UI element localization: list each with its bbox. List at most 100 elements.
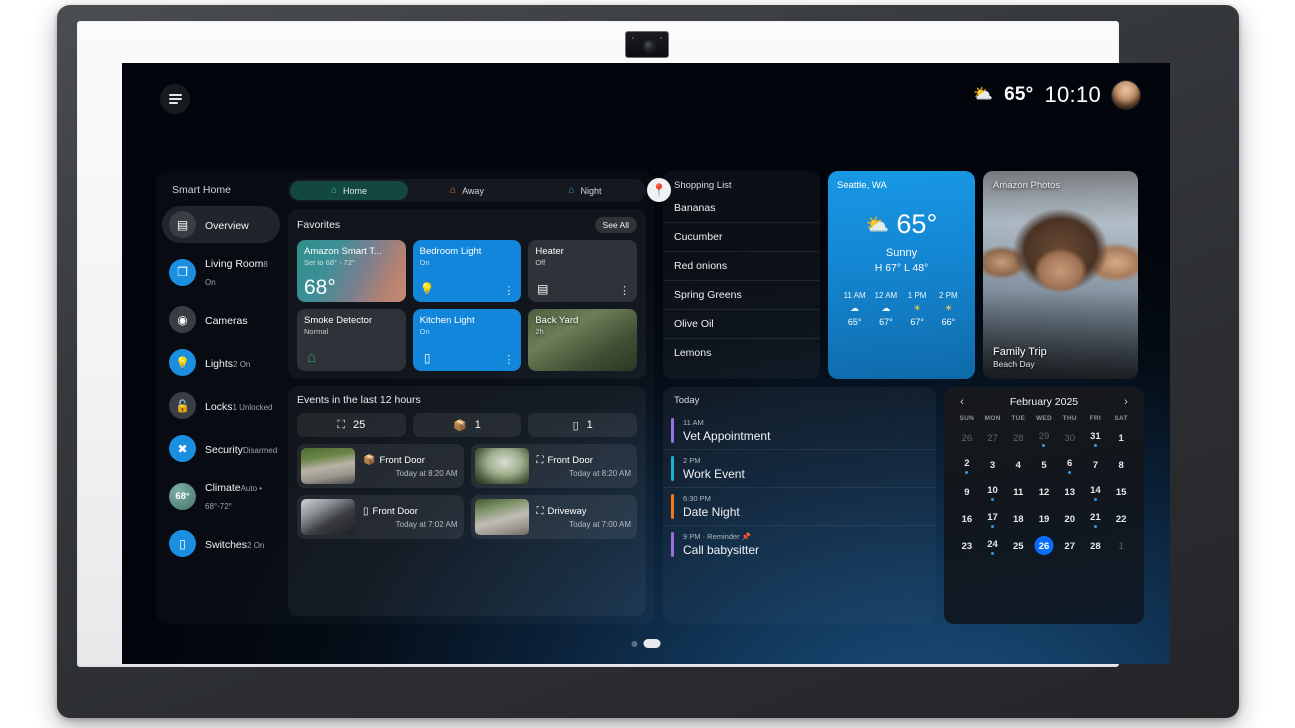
calendar-grid: 26 27 28 29 30 31 1 2 3 4 5 6 7 8 9 10 11 12 13 14 15 16 17 18 1… (954, 425, 1134, 560)
calendar-day[interactable]: 5 (1031, 452, 1057, 479)
calendar-day[interactable]: 30 (1057, 425, 1083, 452)
calendar-day[interactable]: 23 (954, 533, 980, 560)
calendar-day[interactable]: 27 (1057, 533, 1083, 560)
calendar-day[interactable]: 1 (1108, 533, 1134, 560)
sidebar-item-cameras[interactable]: ◉ Cameras (162, 301, 280, 338)
calendar-day[interactable]: 10 (980, 479, 1006, 506)
calendar-day[interactable]: 31 (1083, 425, 1109, 452)
mode-tab-night[interactable]: ⌂ Night (526, 181, 644, 200)
event-chip-person-detect[interactable]: ⛶ 25 (297, 413, 406, 437)
sidebar-item-overview[interactable]: ▤ Overview (162, 206, 280, 243)
shopping-list-item[interactable]: Spring Greens (663, 280, 820, 309)
calendar-day[interactable]: 9 (954, 479, 980, 506)
weather-high-low: H 67° L 48° (874, 262, 929, 274)
calendar-day[interactable]: 14 (1083, 479, 1109, 506)
page-indicator[interactable] (631, 639, 661, 648)
agenda-widget[interactable]: Today 11 AM Vet Appointment 2 PM Work Event… (663, 387, 936, 624)
avatar[interactable] (1112, 81, 1140, 109)
calendar-day-number: 3 (989, 460, 996, 471)
agenda-item[interactable]: 11 AM Vet Appointment (663, 412, 936, 449)
favorite-card-smoke-detector[interactable]: Smoke Detector Normal ⌂ (297, 309, 406, 371)
calendar-day[interactable]: 6 (1057, 452, 1083, 479)
agenda-item[interactable]: 9 PM · Reminder 📌 Call babysitter (663, 525, 936, 563)
calendar-day[interactable]: 17 (980, 506, 1006, 533)
event-chip-doorbell[interactable]: ▯ 1 (528, 413, 637, 437)
calendar-day[interactable]: 27 (980, 425, 1006, 452)
calendar-day[interactable]: 26 (954, 425, 980, 452)
shopping-list-item[interactable]: Red onions (663, 251, 820, 280)
agenda-text: 2 PM Work Event (683, 456, 745, 481)
calendar-day-number: 27 (1064, 541, 1075, 552)
overflow-menu-icon[interactable]: ⋮ (619, 286, 630, 296)
sidebar-item-security[interactable]: ✖ SecurityDisarmed (162, 430, 280, 467)
agenda-item[interactable]: 6:30 PM Date Night (663, 487, 936, 525)
calendar-day[interactable]: 26 (1031, 533, 1057, 560)
sidebar-item-lights[interactable]: 💡 Lights2 On (162, 344, 280, 381)
sidebar-item-living-room[interactable]: ❐ Living Room8 On (162, 249, 280, 295)
shopping-list-widget[interactable]: Shopping List Bananas Cucumber Red onions S… (663, 171, 820, 379)
calendar-day[interactable]: 28 (1083, 533, 1109, 560)
location-pin-icon[interactable]: 📍 (647, 178, 671, 202)
calendar-day[interactable]: 8 (1108, 452, 1134, 479)
shopping-list-item[interactable]: Bananas (663, 200, 820, 222)
amazon-photos-widget[interactable]: Amazon Photos Family Trip Beach Day (983, 171, 1138, 379)
event-row[interactable]: ⛶ Front Door Today at 8:20 AM (470, 444, 637, 488)
agenda-color-bar (671, 532, 674, 557)
event-row[interactable]: ▯ Front Door Today at 7:02 AM (297, 495, 464, 539)
calendar-day[interactable]: 19 (1031, 506, 1057, 533)
chevron-left-icon[interactable]: ‹ (954, 396, 970, 408)
calendar-day[interactable]: 25 (1005, 533, 1031, 560)
chevron-right-icon[interactable]: › (1118, 396, 1134, 408)
sidebar-item-switches[interactable]: ▯ Switches2 On (162, 525, 280, 562)
calendar-day[interactable]: 12 (1031, 479, 1057, 506)
event-chip-package[interactable]: 📦 1 (412, 413, 522, 437)
weather-hour-temp: 67° (910, 317, 924, 327)
sidebar-item-locks[interactable]: 🔓 Locks1 Unlocked (162, 387, 280, 424)
calendar-day[interactable]: 29 (1031, 425, 1057, 452)
calendar-day[interactable]: 18 (1005, 506, 1031, 533)
calendar-day[interactable]: 16 (954, 506, 980, 533)
sidebar-item-climate[interactable]: 68° ClimateAuto • 68°-72° (162, 473, 280, 519)
shopping-list-item[interactable]: Cucumber (663, 222, 820, 251)
calendar-widget[interactable]: ‹ February 2025 › SUN MON TUE WED THU FRI SAT … (944, 387, 1144, 624)
calendar-day[interactable]: 4 (1005, 452, 1031, 479)
event-row[interactable]: 📦 Front Door Today at 8:20 AM (297, 444, 464, 488)
mode-tab-home[interactable]: ⌂ Home (290, 181, 408, 200)
shopping-list-item[interactable]: Olive Oil (663, 309, 820, 338)
page-dot-2-active[interactable] (643, 639, 661, 648)
overflow-menu-icon[interactable]: ⋮ (503, 355, 514, 365)
calendar-day[interactable]: 7 (1083, 452, 1109, 479)
agenda-time: 6:30 PM (683, 494, 711, 503)
calendar-day[interactable]: 13 (1057, 479, 1083, 506)
favorite-card-amazon-smart-t[interactable]: Amazon Smart T... Set to 68° - 72° 68° (297, 240, 406, 302)
overflow-menu-icon[interactable]: ⋮ (503, 286, 514, 296)
calendar-day[interactable]: 3 (980, 452, 1006, 479)
calendar-day[interactable]: 20 (1057, 506, 1083, 533)
calendar-day[interactable]: 21 (1083, 506, 1109, 533)
calendar-day[interactable]: 11 (1005, 479, 1031, 506)
calendar-day[interactable]: 24 (980, 533, 1006, 560)
calendar-day[interactable]: 2 (954, 452, 980, 479)
see-all-button[interactable]: See All (594, 217, 637, 233)
shopping-list-item[interactable]: Lemons (663, 338, 820, 367)
calendar-day[interactable]: 15 (1108, 479, 1134, 506)
calendar-day[interactable]: 22 (1108, 506, 1134, 533)
bulb-icon: 💡 (169, 349, 196, 376)
weather-widget[interactable]: Seattle, WA ⛅ 65° Sunny H 67° L 48° 11 A… (828, 171, 975, 379)
event-chip-count: 1 (474, 419, 481, 431)
calendar-day-number: 9 (964, 487, 970, 498)
page-dot-1[interactable] (631, 640, 638, 647)
hamburger-menu-icon[interactable] (160, 84, 190, 114)
calendar-day[interactable]: 1 (1108, 425, 1134, 452)
favorite-card-kitchen-light[interactable]: Kitchen Light On ▯ ⋮ (412, 309, 522, 371)
weather-hour-temp: 67° (879, 317, 893, 327)
favorite-card-heater[interactable]: Heater Off ▤ ⋮ (528, 240, 637, 302)
calendar-day-number: 25 (1012, 541, 1024, 552)
favorite-card-back-yard[interactable]: Back Yard 2h (528, 309, 637, 371)
calendar-day[interactable]: 28 (1005, 425, 1031, 452)
event-row[interactable]: ⛶ Driveway Today at 7:00 AM (470, 495, 637, 539)
agenda-item[interactable]: 2 PM Work Event (663, 449, 936, 487)
favorite-card-bedroom-light[interactable]: Bedroom Light On 💡 ⋮ (412, 240, 522, 302)
calendar-day-number: 2 (964, 457, 970, 469)
mode-tab-away[interactable]: ⌂ Away (408, 181, 526, 200)
